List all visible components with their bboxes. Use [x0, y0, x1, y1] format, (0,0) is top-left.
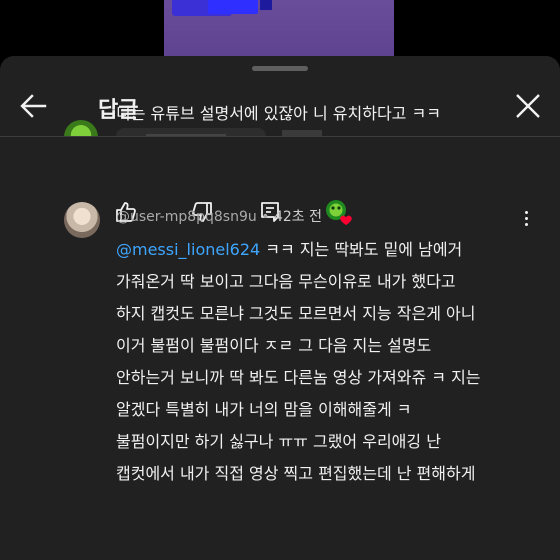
- arrow-left-icon: [20, 94, 47, 118]
- comment-line: 가줘온거 딱 보이고 그다음 무슨이유로 내가 했다고: [116, 272, 456, 291]
- comment-text: @messi_lionel624 ㅋㅋ 지는 딱봐도 밑에 남에거 가줘온거 딱…: [116, 234, 536, 490]
- creator-heart[interactable]: [324, 198, 354, 228]
- video-content-shape: [260, 0, 272, 10]
- comment-line: 캡컷에서 내가 직접 영상 찍고 편집했는데 난 편해하게: [116, 464, 476, 483]
- drag-handle[interactable]: [252, 66, 308, 71]
- avatar[interactable]: [64, 202, 100, 238]
- comment-line: 이거 불펌이 불펌이다 ㅈㄹ 그 다음 지는 설명도: [116, 336, 432, 355]
- back-button[interactable]: [18, 90, 50, 122]
- more-vertical-icon: [524, 211, 528, 214]
- header-divider: [0, 136, 560, 137]
- close-button[interactable]: [512, 90, 544, 122]
- comment-line-text: ㅋㅋ 지는 딱봐도 밑에 남에거: [260, 240, 463, 259]
- comment-line: @messi_lionel624 ㅋㅋ 지는 딱봐도 밑에 남에거: [116, 234, 536, 266]
- comment-header: @user-mp8pq8sn9u • 42초 전: [116, 206, 322, 226]
- close-icon: [516, 94, 540, 118]
- video-content-shape: [208, 0, 258, 14]
- video-frame[interactable]: [164, 0, 394, 56]
- comment-line: 하지 캡컷도 모른냐 그것도 모르면서 지능 작은게 아니: [116, 304, 476, 323]
- comment-text: 니는 유튜브 설명서에 있잖아 니 유치하다고 ㅋㅋ: [116, 104, 441, 123]
- more-vertical-icon-dot: [524, 217, 528, 220]
- more-options-button[interactable]: [518, 208, 534, 232]
- video-player-area[interactable]: [0, 0, 560, 56]
- creator-heart-avatar-icon: [326, 200, 352, 225]
- comment-author[interactable]: @user-mp8pq8sn9u: [116, 209, 257, 225]
- more-vertical-icon-dot: [524, 223, 528, 226]
- comment-line: 알겠다 특별히 내가 너의 맘을 이해해줄게 ㅋ: [116, 400, 412, 419]
- comment-timestamp: 42초 전: [273, 209, 322, 225]
- comment-line: 불펌이지만 하기 싫구나 ㅠㅠ 그랬어 우리애깅 난: [116, 432, 441, 451]
- meta-separator: •: [256, 209, 274, 225]
- comment-line: 안하는거 보니까 딱 봐도 다른놈 영상 가져와쥬 ㅋ 지는: [116, 368, 481, 387]
- mention-link[interactable]: @messi_lionel624: [116, 240, 260, 259]
